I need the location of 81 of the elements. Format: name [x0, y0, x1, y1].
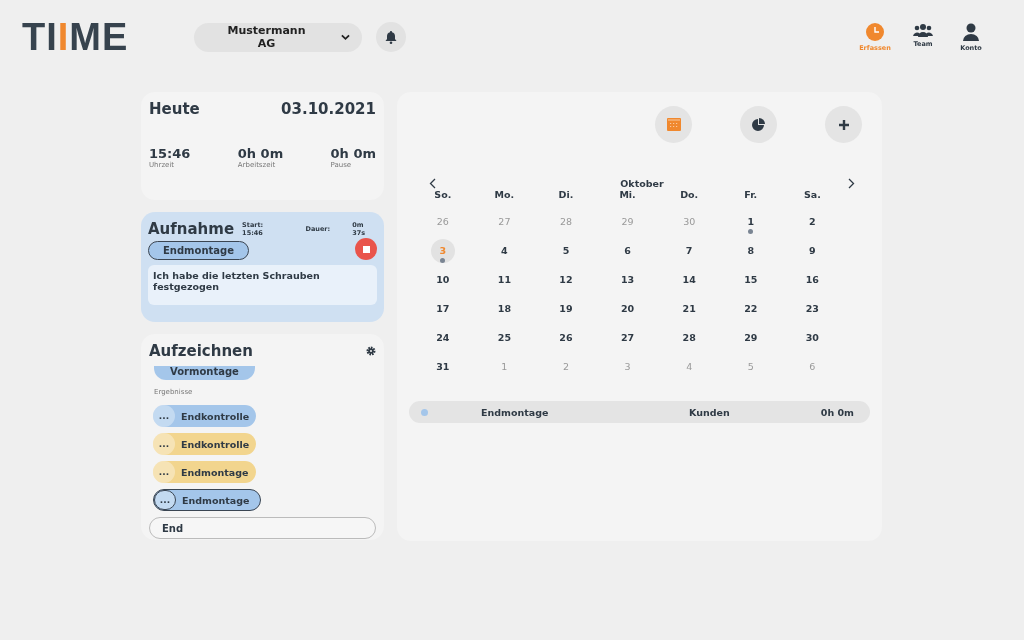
card-title: Aufzeichnen	[149, 342, 253, 360]
chevron-down-icon	[341, 33, 350, 41]
calendar-day[interactable]: 9	[800, 238, 825, 263]
entry-customer: Kunden	[689, 406, 730, 418]
calendar-day[interactable]: 8	[738, 238, 763, 263]
note-field[interactable]: Ich habe die letzten Schrauben festgezogen	[148, 265, 377, 305]
weekday-label: Fr.	[744, 189, 758, 200]
calendar-day[interactable]: 2	[800, 209, 825, 234]
team-icon	[913, 22, 933, 37]
next-month-button[interactable]	[848, 178, 855, 189]
clock-icon	[866, 22, 884, 41]
task-chip[interactable]: Vormontage	[154, 366, 255, 380]
stat-value: 0h 0m	[237, 146, 284, 161]
weekday-label: Mo.	[494, 189, 515, 200]
more-button[interactable]: ...	[153, 461, 175, 483]
calendar-day[interactable]: 10	[430, 267, 455, 292]
stop-button[interactable]	[355, 238, 377, 260]
calendar-icon	[666, 118, 681, 131]
calendar-day[interactable]: 6	[615, 238, 640, 263]
calendar-day[interactable]: 27	[615, 325, 640, 350]
pie-chart-icon	[752, 118, 765, 131]
user-icon	[963, 22, 979, 41]
bell-icon	[385, 30, 397, 44]
toolbar-button[interactable]	[740, 106, 777, 143]
card-title: Aufnahme	[148, 220, 235, 238]
calendar-day[interactable]: 17	[430, 296, 455, 321]
weekday-label: Sa.	[803, 189, 821, 200]
toolbar-button[interactable]	[825, 106, 862, 143]
more-button[interactable]: ...	[153, 433, 175, 455]
calendar-day[interactable]: 30	[800, 325, 825, 350]
calendar-day[interactable]: 12	[554, 267, 578, 292]
more-button[interactable]: ...	[154, 490, 176, 510]
search-field[interactable]: End	[149, 517, 376, 539]
calendar-day[interactable]: 24	[430, 325, 455, 350]
entry-row[interactable]: Endmontage Kunden 0h 0m	[409, 401, 870, 423]
more-button[interactable]: ...	[153, 405, 175, 427]
calendar-day[interactable]: 31	[430, 354, 455, 379]
notification-button[interactable]	[376, 22, 406, 52]
result-chip[interactable]: ... Endmontage	[153, 461, 256, 483]
calendar-day[interactable]: 16	[800, 267, 825, 292]
weekday-label: So.	[434, 189, 452, 200]
settings-icon[interactable]	[366, 346, 376, 356]
calendar-day[interactable]: 28	[677, 325, 702, 350]
plus-icon	[837, 118, 850, 131]
calendar-day[interactable]: 18	[492, 296, 517, 321]
calendar-day[interactable]: 20	[615, 296, 640, 321]
calendar-day[interactable]: 26	[554, 325, 578, 350]
task-chip[interactable]: Endmontage	[148, 241, 249, 260]
date-text: 03.10.2021	[281, 100, 376, 118]
calendar-day[interactable]: 1	[738, 209, 763, 234]
entry-duration: 0h 0m	[820, 406, 854, 418]
calendar-day[interactable]: 29	[738, 325, 763, 350]
result-chip[interactable]: ... Endmontage	[153, 489, 261, 511]
calendar-day[interactable]: 11	[492, 267, 517, 292]
calendar-day[interactable]: 4	[492, 238, 517, 263]
chevron-right-icon	[848, 178, 855, 189]
calendar-day[interactable]: 21	[677, 296, 702, 321]
logo: TIIME	[22, 15, 130, 59]
calendar-day[interactable]: 19	[554, 296, 578, 321]
stat-value: 0h 0m	[330, 146, 376, 161]
calendar-day[interactable]: 14	[677, 267, 702, 292]
weekday-label: Mi.	[619, 189, 636, 200]
card-title: Heute	[149, 100, 200, 118]
stat-value: 15:46	[149, 146, 191, 161]
weekday-label: Di.	[558, 189, 574, 200]
calendar-day[interactable]: 13	[615, 267, 640, 292]
chevron-left-icon	[429, 178, 436, 189]
previous-month-button[interactable]	[429, 178, 436, 189]
entry-task: Endmontage	[481, 406, 550, 418]
calendar-day[interactable]: 25	[492, 325, 517, 350]
weekday-label: Do.	[680, 189, 699, 200]
stop-icon	[362, 245, 370, 253]
company-dropdown[interactable]: Mustermann AG	[194, 22, 362, 52]
month-title: Oktober	[620, 178, 664, 189]
calendar-day[interactable]: 7	[677, 238, 702, 263]
result-chip[interactable]: ... Endkontrolle	[153, 433, 256, 455]
calendar-day[interactable]: 23	[800, 296, 825, 321]
calendar-day[interactable]: 15	[738, 267, 763, 292]
result-chip[interactable]: ... Endkontrolle	[153, 405, 256, 427]
calendar-day[interactable]: 22	[738, 296, 763, 321]
calendar-day[interactable]: 5	[554, 238, 578, 263]
